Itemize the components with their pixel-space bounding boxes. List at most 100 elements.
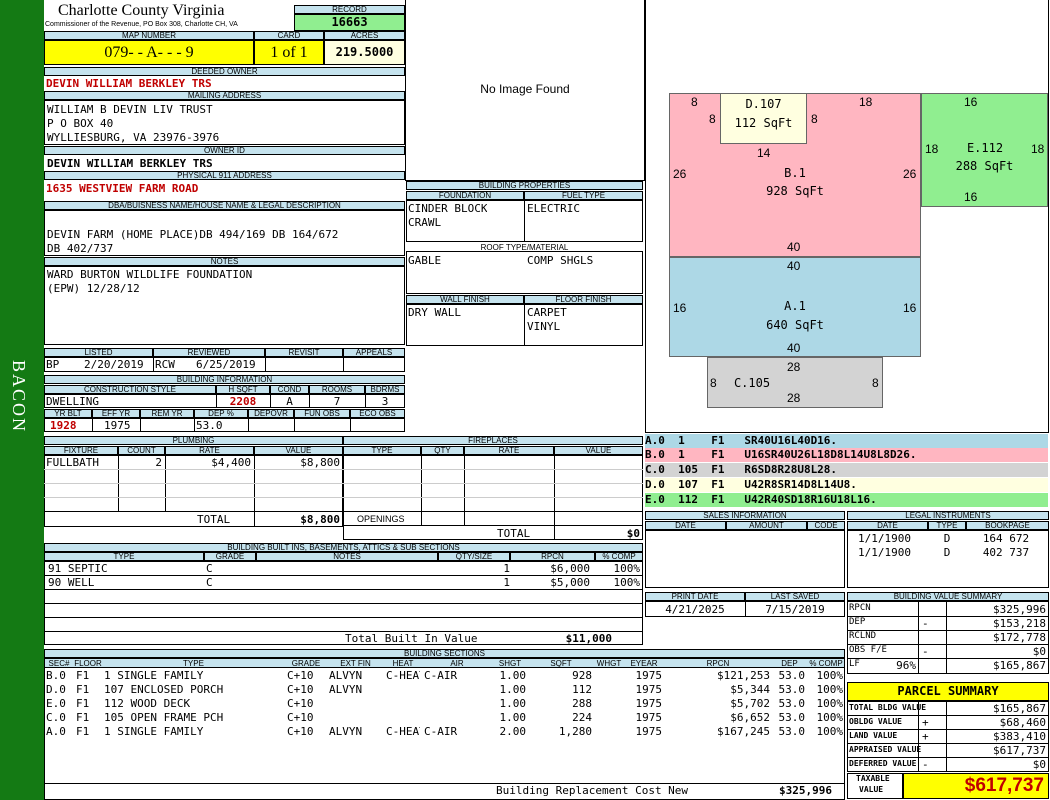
dim-label: 8 bbox=[709, 112, 716, 126]
dim-label: 28 bbox=[787, 360, 801, 374]
plumbing-total-label: TOTAL bbox=[197, 513, 231, 526]
section-floor: F1 bbox=[76, 725, 90, 738]
section-type: 105 OPEN FRAME PCH bbox=[104, 711, 224, 724]
legal-type-header: TYPE bbox=[928, 521, 966, 530]
section-heat: C-HEAT bbox=[386, 669, 420, 682]
section-rpcn: $5,344 bbox=[730, 683, 770, 696]
builtin-rpcn: $6,000 bbox=[550, 562, 590, 575]
parcel-value: $383,410 bbox=[993, 730, 1046, 743]
fp-qty-header: QTY bbox=[421, 446, 464, 455]
section-col-header: HEAT bbox=[392, 659, 414, 668]
taxable-label-2: VALUE bbox=[859, 785, 884, 794]
section-type: 1 SINGLE FAMILY bbox=[104, 725, 204, 738]
parcel-label: OBLDG VALUE bbox=[849, 717, 902, 726]
print-date: 4/21/2025 bbox=[665, 603, 725, 616]
sidebar: BACON bbox=[0, 0, 44, 800]
legal-bookpage: 402 737 bbox=[982, 546, 1030, 559]
taxable-label: TAXABLE bbox=[856, 774, 890, 783]
section-col-header: EYEAR bbox=[630, 659, 658, 668]
section-dep: 53.0 bbox=[778, 669, 806, 682]
section-floor: F1 bbox=[76, 697, 90, 710]
bvs-sign: - bbox=[922, 617, 929, 630]
dim-label: 14 bbox=[757, 146, 771, 160]
deeded-owner-header: DEEDED OWNER bbox=[44, 67, 405, 76]
bedrooms: 3 bbox=[381, 395, 389, 408]
legal-header: LEGAL INSTRUMENTS bbox=[847, 511, 1049, 520]
last-saved-header: LAST SAVED bbox=[745, 592, 845, 601]
bvs-label: RPCN bbox=[849, 603, 871, 613]
section-grade: C+10 bbox=[287, 683, 314, 696]
section-eyear: 1975 bbox=[635, 683, 663, 696]
listed-header: LISTED bbox=[44, 348, 153, 357]
plumbing-total: $8,800 bbox=[300, 513, 340, 526]
reviewed-by: RCW bbox=[155, 358, 175, 371]
builtin-rpcn: $5,000 bbox=[550, 576, 590, 589]
foundation-2: CRAWL bbox=[408, 216, 442, 229]
bdrms-header: BDRMS bbox=[365, 385, 405, 394]
sketch-e-sqft: 288 SqFt bbox=[955, 159, 1014, 173]
section-col-header: SHGT bbox=[498, 659, 522, 668]
plumbing-header: PLUMBING bbox=[44, 436, 343, 445]
notes-line-1: WARD BURTON WILDLIFE FOUNDATION bbox=[47, 268, 253, 281]
building-info-header: BUILDING INFORMATION bbox=[44, 375, 405, 384]
openings-label: OPENINGS bbox=[357, 514, 405, 524]
mailing-line-2: P O BOX 40 bbox=[47, 117, 114, 130]
fixture-value: $8,800 bbox=[300, 456, 340, 469]
dim-label: 40 bbox=[787, 240, 801, 254]
section-air: C-AIR bbox=[424, 725, 458, 738]
fuel-type-header: FUEL TYPE bbox=[524, 191, 643, 200]
sketch-b-sqft: 928 SqFt bbox=[766, 184, 824, 198]
section-type: 107 ENCLOSED PORCH bbox=[104, 683, 224, 696]
section-col-header: GRADE bbox=[291, 659, 321, 668]
section-dep: 53.0 bbox=[778, 725, 806, 738]
print-date-header: PRINT DATE bbox=[645, 592, 745, 601]
no-image-text: No Image Found bbox=[480, 82, 570, 96]
section-rpcn: $167,245 bbox=[717, 725, 770, 738]
rooms-header: ROOMS bbox=[309, 385, 365, 394]
dim-label: 18 bbox=[859, 95, 873, 109]
record-number: 16663 bbox=[294, 14, 405, 31]
map-number-header: MAP NUMBER bbox=[44, 31, 254, 40]
section-floor: F1 bbox=[76, 711, 90, 724]
parcel-summary-title: PARCEL SUMMARY bbox=[847, 682, 1049, 701]
section-col-header: FLOOR bbox=[74, 659, 102, 668]
roof-type: GABLE bbox=[408, 254, 442, 267]
dim-label: 28 bbox=[787, 391, 801, 405]
notes-line-2: (EPW) 12/28/12 bbox=[47, 282, 140, 295]
construction-style-header: CONSTRUCTION STYLE bbox=[44, 385, 216, 394]
section-sqft: 224 bbox=[572, 711, 592, 724]
bi-notes-header: NOTES bbox=[256, 552, 438, 561]
h-sqft-header: H SQFT bbox=[216, 385, 270, 394]
foundation-1: CINDER BLOCK bbox=[408, 202, 488, 215]
section-comp: 100% bbox=[816, 669, 844, 682]
fixture-count: 2 bbox=[155, 456, 162, 469]
bvs-value: $153,218 bbox=[993, 617, 1046, 630]
fun-obs-header: FUN OBS bbox=[294, 409, 350, 418]
dba-line-1: DEVIN FARM (HOME PLACE)DB 494/169 DB 164… bbox=[47, 228, 339, 241]
section-col-header: EXT FIN bbox=[340, 659, 371, 668]
floor-finish-header: FLOOR FINISH bbox=[524, 295, 643, 304]
parcel-value: $165,867 bbox=[993, 702, 1046, 715]
dim-label: 8 bbox=[811, 112, 818, 126]
section-shgt: 1.00 bbox=[499, 697, 527, 710]
bvs-header: BUILDING VALUE SUMMARY bbox=[847, 592, 1049, 601]
taxable-value: $617,737 bbox=[903, 773, 1049, 799]
dim-label: 40 bbox=[787, 341, 801, 355]
fp-type-header: TYPE bbox=[343, 446, 421, 455]
section-grade: C+10 bbox=[287, 669, 314, 682]
building-properties-header: BUILDING PROPERTIES bbox=[406, 181, 643, 190]
value-header: VALUE bbox=[254, 446, 343, 455]
section-comp: 100% bbox=[816, 711, 844, 724]
bvs-label: LF bbox=[849, 659, 860, 669]
builtin-grade: C bbox=[206, 562, 213, 575]
section-eyear: 1975 bbox=[635, 669, 663, 682]
parcel-sign: + bbox=[922, 730, 929, 743]
section-col-header: % COMP bbox=[809, 659, 843, 668]
rooms: 7 bbox=[333, 395, 341, 408]
section-sqft: 288 bbox=[572, 697, 592, 710]
sketch-c-label: C.105 bbox=[733, 376, 771, 390]
section-col-header: DEP bbox=[781, 659, 798, 668]
bvs-value: $172,778 bbox=[993, 631, 1046, 644]
cond-header: COND bbox=[270, 385, 309, 394]
parcel-label: LAND VALUE bbox=[849, 731, 898, 740]
